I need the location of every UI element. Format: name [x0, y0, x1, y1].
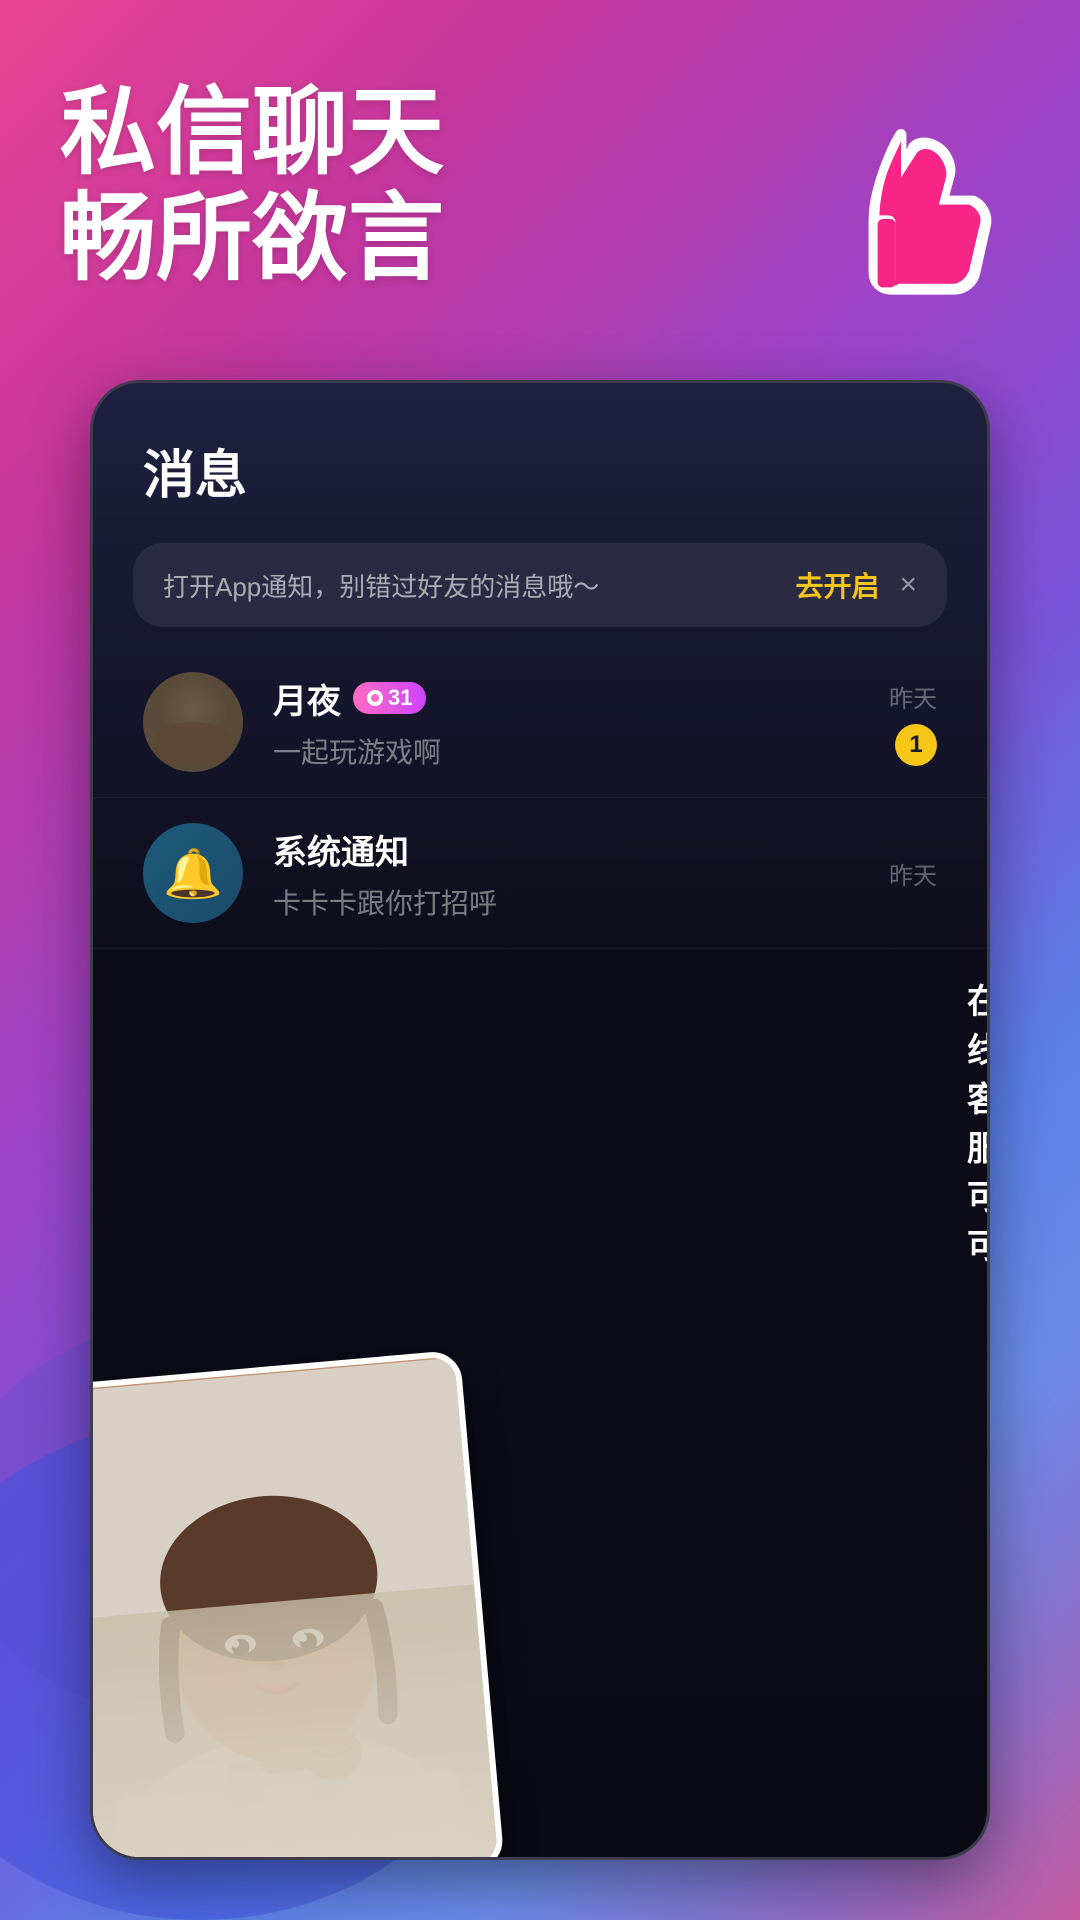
- avatar-yuye: [143, 672, 243, 772]
- notification-bar[interactable]: 打开App通知，别错过好友的消息哦～ 去开启 ×: [133, 543, 947, 627]
- level-number-yuye: 31: [388, 685, 412, 711]
- chat-name-service: 在线客服-可可: [967, 974, 987, 1268]
- header-title-line1: 私信聊天: [60, 80, 444, 186]
- chat-time-system: 昨天: [889, 856, 937, 891]
- photo-card: [93, 1350, 505, 1857]
- notification-actions: 去开启 ×: [795, 565, 917, 605]
- messages-title: 消息: [143, 433, 937, 508]
- unread-badge-yuye: 1: [895, 724, 937, 766]
- chat-preview-system: 卡卡卡跟你打招呼: [273, 882, 859, 922]
- chat-info-system: 系统通知 卡卡卡跟你打招呼: [273, 825, 859, 922]
- person-photo: [93, 1356, 498, 1857]
- chat-item-yuye[interactable]: 月夜 31 一起玩游戏啊: [93, 647, 987, 798]
- chat-meta-system: 昨天: [889, 856, 937, 891]
- background: 私信聊天 畅所欲言 消息: [0, 0, 1080, 1920]
- chat-name-yuye: 月夜: [273, 674, 341, 723]
- chat-name-row-system: 系统通知: [273, 825, 859, 874]
- avatar-system: 🔔: [143, 823, 243, 923]
- header-text: 私信聊天 畅所欲言: [60, 80, 444, 291]
- notification-text: 打开App通知，别错过好友的消息哦～: [163, 567, 795, 604]
- chat-name-system: 系统通知: [273, 825, 409, 874]
- chat-info-yuye: 月夜 31 一起玩游戏啊: [273, 674, 859, 771]
- phone-container: 消息 打开App通知，别错过好友的消息哦～ 去开启 ×: [90, 380, 990, 1860]
- chat-list: 月夜 31 一起玩游戏啊: [93, 647, 987, 1341]
- chat-item-system[interactable]: 🔔 系统通知 卡卡卡跟你打招呼 昨天: [93, 798, 987, 949]
- chat-meta-yuye: 昨天 1: [889, 679, 937, 766]
- header-title-line2: 畅所欲言: [60, 186, 444, 292]
- level-badge-yuye: 31: [353, 682, 426, 714]
- phone-header: 消息: [93, 383, 987, 528]
- notification-close-button[interactable]: ×: [899, 570, 917, 600]
- thumbs-up-icon: [820, 120, 1000, 300]
- level-icon: [367, 690, 383, 706]
- phone-inner: 消息 打开App通知，别错过好友的消息哦～ 去开启 ×: [93, 383, 987, 1857]
- chat-item-service[interactable]: 在线客服-可可 你好呀，请问在使用过程中遇到什么问题呢？ 昨天: [93, 949, 987, 1341]
- chat-preview-yuye: 一起玩游戏啊: [273, 731, 859, 771]
- chat-name-row-yuye: 月夜 31: [273, 674, 859, 723]
- bell-icon: 🔔: [163, 845, 223, 902]
- go-enable-button[interactable]: 去开启: [795, 565, 879, 605]
- chat-time-yuye: 昨天: [889, 679, 937, 714]
